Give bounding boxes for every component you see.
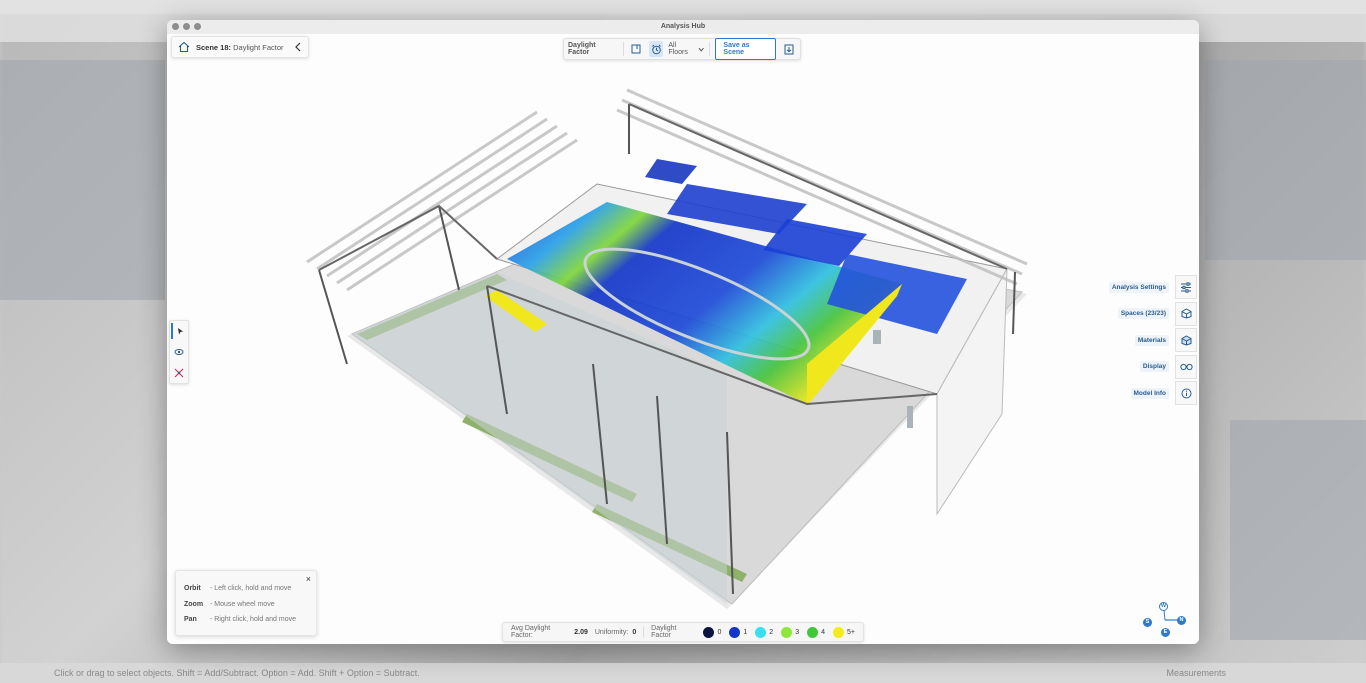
swatch-dot — [755, 626, 767, 638]
compass-east[interactable]: E — [1161, 628, 1170, 637]
host-measurements-label: Measurements — [1166, 668, 1226, 678]
host-menubar — [0, 0, 1366, 14]
swatch-dot — [781, 626, 793, 638]
help-desc: - Mouse wheel move — [210, 600, 275, 608]
house-cube-icon[interactable] — [1175, 301, 1197, 326]
scene-name: Daylight Factor — [233, 42, 284, 52]
swatch-label: 3 — [795, 628, 800, 636]
select-tool-icon[interactable] — [171, 323, 187, 340]
swatch-dot — [833, 626, 845, 638]
window-controls — [172, 23, 201, 30]
window — [907, 406, 913, 428]
swatch-label: 0 — [717, 628, 722, 636]
minimize-window-button[interactable] — [183, 23, 190, 30]
navigation-help-box: × Orbit - Left click, hold and move Zoom… — [175, 570, 317, 636]
analysis-toolbar: Daylight Factor All Floors Save as Scene — [563, 38, 801, 60]
help-row-pan: Pan - Right click, hold and move — [184, 612, 308, 628]
avg-daylight-value: 2.09 — [574, 628, 588, 636]
uniformity-label: Uniformity: — [594, 628, 629, 636]
compass-north[interactable]: N — [1177, 616, 1186, 625]
swatch-dot — [703, 626, 715, 638]
legend-swatch-5: 5+ — [833, 626, 855, 638]
help-key: Orbit — [184, 585, 201, 593]
scene-panel: Scene 18: Daylight Factor — [171, 36, 309, 58]
host-status-hint: Click or drag to select objects. Shift =… — [54, 668, 420, 678]
swatch-label: 1 — [743, 628, 748, 636]
window — [873, 330, 881, 344]
compass-south[interactable]: S — [1143, 618, 1152, 627]
model-info-label: Model Info — [1130, 387, 1169, 399]
info-icon[interactable] — [1175, 381, 1197, 406]
sliders-icon[interactable] — [1175, 275, 1197, 300]
spaces-label: Spaces (23/23) — [1117, 308, 1169, 320]
scene-number: Scene 18: — [196, 42, 232, 52]
analysis-mode-label: Daylight Factor — [568, 42, 596, 56]
daylight-clock-icon[interactable] — [648, 41, 664, 57]
legend-divider — [643, 626, 645, 638]
toolbar-divider — [709, 42, 711, 56]
help-row-orbit: Orbit - Left click, hold and move — [184, 581, 308, 597]
floor-plan-icon[interactable] — [629, 41, 644, 57]
save-as-scene-button[interactable]: Save as Scene — [715, 38, 777, 60]
help-desc: - Right click, hold and move — [210, 616, 296, 624]
host-building-block — [1230, 420, 1366, 640]
close-icon[interactable]: × — [306, 574, 311, 584]
legend-swatch-0: 0 — [703, 626, 722, 638]
floors-dropdown[interactable]: All Floors — [668, 42, 704, 56]
materials-label: Materials — [1134, 334, 1169, 346]
swatch-label: 2 — [769, 628, 774, 636]
glasses-icon[interactable] — [1175, 354, 1197, 379]
3d-viewport[interactable]: Scene 18: Daylight Factor Daylight Facto… — [167, 34, 1199, 644]
compass-west[interactable]: W — [1159, 602, 1168, 611]
legend-swatch-1: 1 — [729, 626, 748, 638]
view-compass[interactable]: W S N E — [1143, 602, 1191, 638]
swatch-label: 5+ — [847, 628, 855, 636]
home-icon[interactable] — [178, 41, 190, 53]
floors-dropdown-label: All Floors — [668, 42, 688, 56]
zoom-extents-icon[interactable] — [171, 365, 187, 381]
navigation-tool-rail — [169, 320, 189, 384]
panel-row-materials[interactable]: Materials — [1097, 327, 1197, 354]
panel-row-analysis-settings[interactable]: Analysis Settings — [1097, 274, 1197, 301]
host-building-block — [1205, 60, 1366, 260]
scene-title: Scene 18: Daylight Factor — [196, 43, 288, 52]
uniformity-value: 0 — [632, 628, 637, 636]
maximize-window-button[interactable] — [194, 23, 201, 30]
orbit-tool-icon[interactable] — [171, 344, 187, 360]
analysis-settings-label: Analysis Settings — [1108, 281, 1169, 293]
window-titlebar: Analysis Hub — [167, 20, 1199, 34]
legend-swatch-4: 4 — [807, 626, 826, 638]
help-desc: - Left click, hold and move — [210, 585, 292, 593]
legend-scale-label: Daylight Factor — [651, 625, 677, 639]
help-row-zoom: Zoom - Mouse wheel move — [184, 597, 308, 613]
daylight-legend: Avg Daylight Factor: 2.09 Uniformity: 0 … — [502, 622, 864, 642]
room-heatmap — [645, 159, 697, 184]
toolbar-divider — [622, 42, 624, 56]
help-key: Pan — [184, 616, 197, 624]
analysis-hub-window: Analysis Hub Scene 18: Daylight Factor D… — [167, 20, 1199, 644]
window-title: Analysis Hub — [660, 23, 706, 30]
help-key: Zoom — [184, 600, 204, 608]
legend-swatch-2: 2 — [755, 626, 774, 638]
host-status-bar: Click or drag to select objects. Shift =… — [0, 663, 1366, 683]
host-building-block — [0, 60, 165, 300]
avg-daylight-label: Avg Daylight Factor: — [511, 625, 551, 639]
building-model[interactable] — [167, 34, 1199, 644]
download-icon[interactable] — [781, 41, 796, 57]
display-label: Display — [1139, 361, 1169, 373]
panel-row-model-info[interactable]: Model Info — [1097, 380, 1197, 407]
swatch-dot — [807, 626, 819, 638]
swatch-label: 4 — [821, 628, 826, 636]
chevron-left-icon[interactable] — [294, 42, 302, 52]
swatch-dot — [729, 626, 741, 638]
chevron-down-icon — [698, 47, 704, 52]
panel-row-spaces[interactable]: Spaces (23/23) — [1097, 301, 1197, 328]
panel-row-display[interactable]: Display — [1097, 354, 1197, 381]
material-cube-icon[interactable] — [1175, 328, 1197, 353]
analysis-side-panel: Analysis Settings Spaces (23/23) Materia… — [1097, 274, 1197, 407]
legend-swatch-3: 3 — [781, 626, 800, 638]
close-window-button[interactable] — [172, 23, 179, 30]
